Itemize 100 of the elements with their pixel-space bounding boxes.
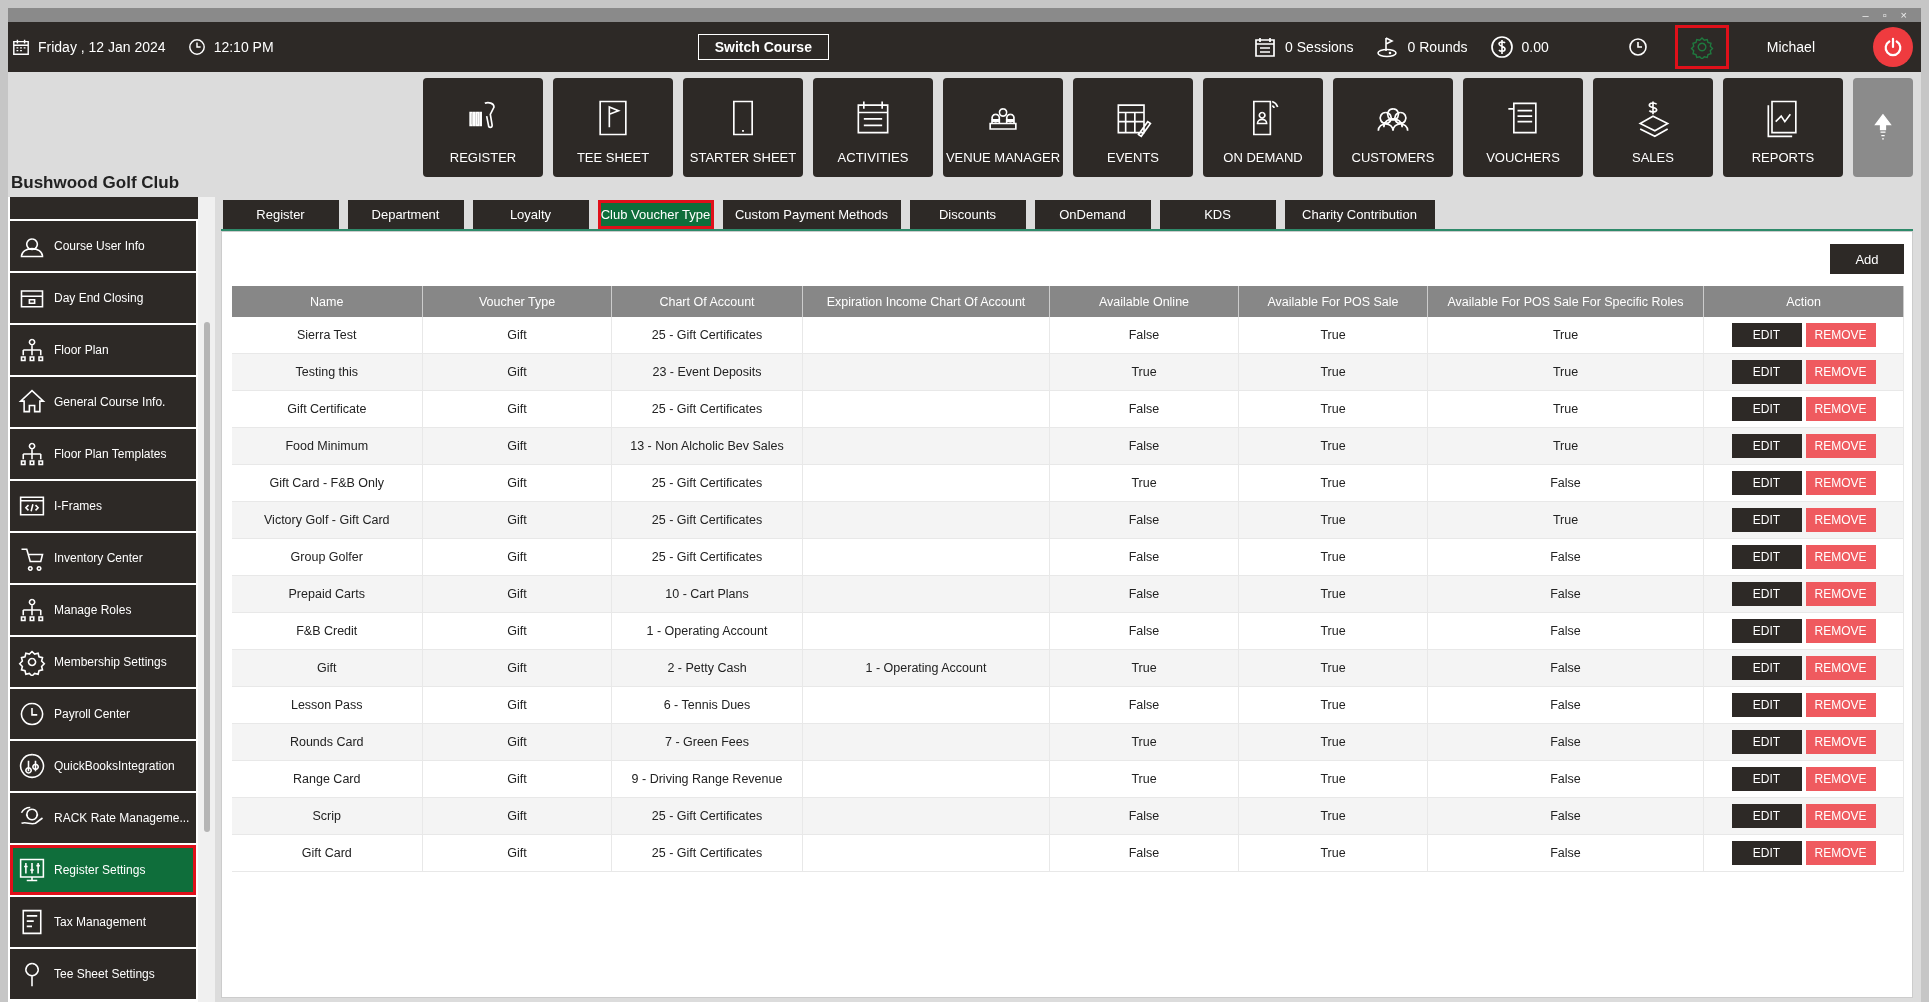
sidebar-item[interactable]: Manage Roles (10, 585, 196, 635)
edit-button[interactable]: EDIT (1731, 730, 1802, 754)
tab[interactable]: Discounts (909, 200, 1026, 229)
edit-button[interactable]: EDIT (1731, 656, 1802, 680)
sidebar-item[interactable]: Floor Plan (10, 325, 196, 375)
table-cell: False (1049, 538, 1239, 576)
sidebar-label: Floor Plan (54, 343, 109, 357)
nav-tile[interactable]: ON DEMAND (1203, 78, 1323, 177)
table-cell: True (1238, 834, 1428, 872)
table-cell: 13 - Non Alcholic Bev Sales (611, 427, 803, 465)
sidebar-item[interactable]: Inventory Center (10, 533, 196, 583)
tab[interactable]: Department (347, 200, 464, 229)
edit-button[interactable]: EDIT (1731, 508, 1802, 532)
add-button[interactable]: Add (1830, 244, 1904, 274)
sidebar-label: Day End Closing (54, 291, 144, 305)
tab[interactable]: Loyalty (472, 200, 589, 229)
edit-button[interactable]: EDIT (1731, 693, 1802, 717)
tab[interactable]: KDS (1159, 200, 1276, 229)
edit-button[interactable]: EDIT (1731, 582, 1802, 606)
tab[interactable]: Custom Payment Methods (722, 200, 901, 229)
table-cell: Rounds Card (231, 723, 423, 761)
nav-tile[interactable]: REPORTS (1723, 78, 1843, 177)
sidebar-item[interactable]: RACK Rate Manageme... (10, 793, 196, 843)
table-cell: Group Golfer (231, 538, 423, 576)
table-cell: 25 - Gift Certificates (611, 501, 803, 539)
tab[interactable]: Club Voucher Type (597, 200, 714, 229)
nav-tile[interactable]: TEE SHEET (553, 78, 673, 177)
table-cell: True (1238, 612, 1428, 650)
nav-tile[interactable]: ACTIVITIES (813, 78, 933, 177)
dollar-icon (1489, 35, 1514, 59)
switch-course-button[interactable]: Switch Course (697, 34, 829, 60)
edit-button[interactable]: EDIT (1731, 471, 1802, 495)
power-button[interactable] (1873, 27, 1913, 67)
clock-icon (187, 38, 206, 56)
sliders-monitor-icon (18, 856, 46, 884)
table-cell: Scrip (231, 797, 423, 835)
sidebar-label: Course User Info (54, 239, 145, 253)
table-cell: True (1238, 760, 1428, 798)
clock-icon (1627, 37, 1648, 57)
sidebar-item[interactable]: Tee Sheet Settings (10, 949, 196, 999)
sidebar-item[interactable]: Tax Management (10, 897, 196, 947)
table-cell: True (1238, 464, 1428, 502)
calendar-icon (1253, 35, 1278, 59)
settings-icon (1689, 35, 1714, 59)
edit-button[interactable]: EDIT (1731, 434, 1802, 458)
sidebar-item[interactable]: Register Settings (10, 845, 196, 895)
sidebar-item[interactable]: I-Frames (10, 481, 196, 531)
table-cell: 9 - Driving Range Revenue (611, 760, 803, 798)
table-cell: Gift (422, 760, 612, 798)
nav-tile[interactable]: EVENTS (1073, 78, 1193, 177)
edit-button[interactable]: EDIT (1731, 545, 1802, 569)
nav-tile[interactable]: VOUCHERS (1463, 78, 1583, 177)
sidebar-item[interactable]: Membership Settings (10, 637, 196, 687)
sidebar-item[interactable]: Course User Info (10, 221, 196, 271)
sidebar-item[interactable]: Payroll Center (10, 689, 196, 739)
tab[interactable]: Register (222, 200, 339, 229)
settings-button[interactable] (1674, 25, 1729, 69)
table-cell: 25 - Gift Certificates (611, 797, 803, 835)
edit-button[interactable]: EDIT (1731, 397, 1802, 421)
table-cell: False (1427, 538, 1704, 576)
sidebar-item[interactable]: QuickBooksIntegration (10, 741, 196, 791)
tab[interactable]: OnDemand (1034, 200, 1151, 229)
table-cell: 2 - Petty Cash (611, 649, 803, 687)
scroll-up-button[interactable] (1853, 78, 1913, 177)
org-chart-icon (18, 336, 46, 364)
table-cell: Sierra Test (231, 317, 423, 354)
nav-tile[interactable]: SALES (1593, 78, 1713, 177)
table-cell: F&B Credit (231, 612, 423, 650)
sidebar-label: Manage Roles (54, 603, 132, 617)
table-cell: False (1427, 760, 1704, 798)
sidebar-item[interactable]: Floor Plan Templates (10, 429, 196, 479)
table-cell: 1 - Operating Account (802, 649, 1050, 687)
edit-button[interactable]: EDIT (1731, 360, 1802, 384)
column-header: Available For POS Sale (1238, 286, 1428, 317)
nav-tile[interactable]: CUSTOMERS (1333, 78, 1453, 177)
nav-tile[interactable]: STARTER SHEET (683, 78, 803, 177)
table-cell: True (1049, 760, 1239, 798)
nav-tile[interactable]: REGISTER (423, 78, 543, 177)
edit-button[interactable]: EDIT (1731, 841, 1802, 865)
club-name: Bushwood Golf Club (10, 173, 180, 194)
table-cell: Lesson Pass (231, 686, 423, 724)
column-header: Available Online (1049, 286, 1239, 317)
table-cell: True (1238, 575, 1428, 613)
table-cell: Gift (422, 317, 612, 354)
table-cell: Testing this (231, 353, 423, 391)
nav-tile[interactable]: VENUE MANAGER (943, 78, 1063, 177)
power-icon (1882, 36, 1904, 58)
table-cell: Gift (422, 538, 612, 576)
edit-button[interactable]: EDIT (1731, 619, 1802, 643)
table-cell: Gift (422, 353, 612, 391)
edit-button[interactable]: EDIT (1731, 323, 1802, 347)
sidebar-item[interactable]: Day End Closing (10, 273, 196, 323)
sidebar-item[interactable]: General Course Info. (10, 377, 196, 427)
table-cell: True (1427, 427, 1704, 465)
edit-button[interactable]: EDIT (1731, 767, 1802, 791)
table-cell: Gift (422, 464, 612, 502)
table-cell: False (1427, 612, 1704, 650)
edit-button[interactable]: EDIT (1731, 804, 1802, 828)
tab[interactable]: Charity Contribution (1284, 200, 1435, 229)
table-cell: Gift (422, 612, 612, 650)
